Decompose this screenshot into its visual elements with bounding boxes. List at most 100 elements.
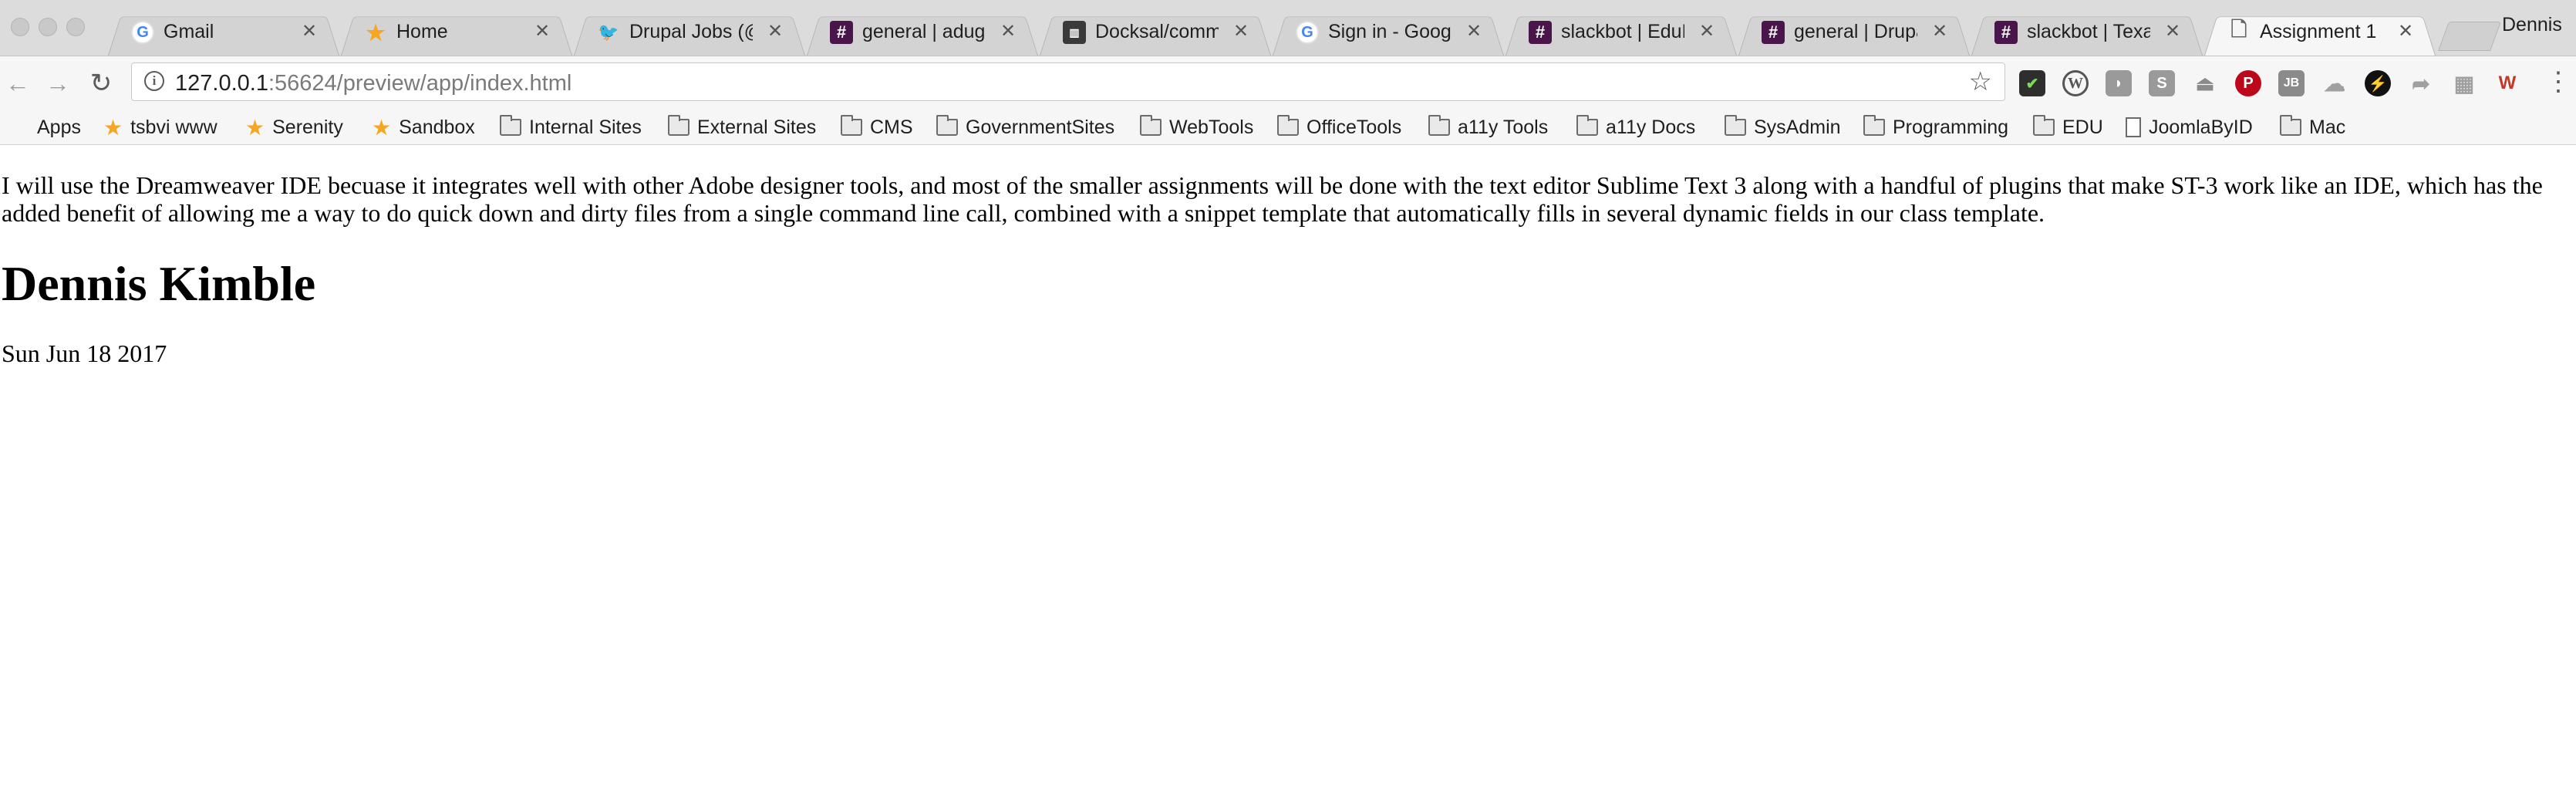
close-icon[interactable]: ✕ [1231,20,1251,43]
bookmark-label: OfficeTools [1307,116,1402,138]
bookmark-serenity[interactable]: ★ Serenity [245,113,343,142]
jb-icon[interactable]: JB [2278,70,2305,96]
forward-arrow-icon[interactable]: → [43,69,72,98]
bookmark-sandbox[interactable]: ★ Sandbox [372,113,475,142]
twitter-icon: 🐦 [598,22,619,42]
page-content: I will use the Dreamweaver IDE becuase i… [0,147,2576,367]
bookmark-sysadmin[interactable]: SysAdmin [1725,113,1841,142]
folder-icon [2033,115,2055,136]
eject-icon[interactable]: ⏏ [2192,70,2218,96]
close-icon[interactable]: ✕ [998,20,1018,43]
folder-icon [500,115,521,136]
tab-assignment-1[interactable]: 🗋 Assignment 1 ✕ [2204,11,2436,56]
tab-title: slackbot | EduDU [1561,21,1684,42]
folder-icon [1863,115,1885,136]
pinterest-icon[interactable]: P [2235,70,2261,96]
bookmark-edu[interactable]: EDU [2033,113,2103,142]
bookmark-label: Internal Sites [529,116,642,138]
bookmark-cms[interactable]: CMS [841,113,913,142]
tab-docksal[interactable]: ▥ Docksal/commun ✕ [1040,11,1271,56]
bookmark-label: External Sites [697,116,817,138]
bookmark-label: Apps [37,116,81,138]
slack-icon: # [1994,21,2018,44]
grid-icon[interactable]: ▦ [2451,70,2477,96]
folder-icon [1428,115,1450,136]
menu-dots-icon[interactable]: ⋮ [2545,69,2571,98]
window-minimize-button[interactable] [39,18,57,36]
tab-title: Docksal/commun [1095,21,1219,42]
tab-general-adug[interactable]: # general | adug Sl ✕ [807,11,1038,56]
wordpress-icon[interactable]: W [2062,70,2089,96]
url-path: :56624/preview/app/index.html [268,71,572,96]
new-tab-button[interactable] [2438,22,2501,51]
bookmark-mac[interactable]: Mac [2280,113,2345,142]
url-host: 127.0.0.1 [175,71,268,96]
share-icon[interactable]: ➦ [2408,70,2434,96]
pocket-icon[interactable]: ◗ [2106,70,2132,96]
back-arrow-icon[interactable]: ← [3,69,32,98]
bookmark-a11y-docs[interactable]: a11y Docs [1576,113,1695,142]
bookmarks-bar: Apps ★ tsbvi www ★ Serenity ★ Sandbox In… [0,110,2576,145]
google-icon: G [131,21,154,44]
tab-slackbot-edudu[interactable]: # slackbot | EduDU ✕ [1505,11,1737,56]
bookmark-star-icon[interactable]: ☆ [1969,66,1992,97]
close-icon[interactable]: ✕ [532,20,552,43]
tab-slackbot-texas[interactable]: # slackbot | Texas ✕ [1971,11,2203,56]
info-icon[interactable]: i [144,71,164,91]
bookmark-internal-sites[interactable]: Internal Sites [500,113,642,142]
compass-icon[interactable]: ⚡ [2365,70,2391,96]
tab-title: Assignment 1 [2260,21,2377,42]
window-close-button[interactable] [11,18,29,36]
bookmark-tsbvi-www[interactable]: ★ tsbvi www [103,113,217,142]
checklist-icon[interactable]: ✔ [2019,70,2045,96]
wappalyzer-icon[interactable]: W [2494,70,2520,96]
tab-title: Drupal Jobs (@d [629,21,753,42]
tab-drupal-jobs[interactable]: 🐦 Drupal Jobs (@d ✕ [574,11,805,56]
profile-name[interactable]: Dennis [2502,14,2562,36]
google-icon: G [1296,21,1319,44]
tab-google-sign-in[interactable]: G Sign in - Google ✕ [1273,11,1504,56]
star-icon: ★ [366,20,386,45]
bookmark-apps[interactable]: Apps [9,113,81,142]
bookmark-label: Serenity [272,116,343,138]
close-icon[interactable]: ✕ [1697,20,1717,43]
tab-home[interactable]: ★ Home ✕ [341,11,572,56]
star-icon: ★ [103,115,123,140]
page-icon [2126,117,2141,137]
close-icon[interactable]: ✕ [1930,20,1950,43]
bookmark-label: Sandbox [399,116,475,138]
bookmark-label: JoomlaByID [2149,116,2253,138]
bookmark-external-sites[interactable]: External Sites [668,113,816,142]
tab-general-drupal[interactable]: # general | Drupal ✕ [1738,11,1970,56]
bookmark-label: CMS [870,116,913,138]
bookmark-label: EDU [2062,116,2103,138]
bookmark-webtools[interactable]: WebTools [1140,113,1253,142]
bookmark-a11y-tools[interactable]: a11y Tools [1428,113,1548,142]
close-icon[interactable]: ✕ [2163,20,2183,43]
star-icon: ★ [372,115,392,140]
close-icon[interactable]: ✕ [299,20,319,43]
docksal-icon: ▥ [1063,21,1086,44]
bookmark-officetools[interactable]: OfficeTools [1277,113,1401,142]
bookmark-programming[interactable]: Programming [1863,113,2008,142]
document-icon: 🗋 [2230,18,2247,41]
close-icon[interactable]: ✕ [1464,20,1484,43]
page-date: Sun Jun 18 2017 [2,339,167,367]
folder-icon [2280,115,2301,136]
address-bar[interactable]: i 127.0.0.1:56624/preview/app/index.html… [131,62,2005,101]
address-url[interactable]: 127.0.0.1:56624/preview/app/index.html [175,71,572,96]
tab-gmail[interactable]: G Gmail ✕ [108,11,339,56]
bookmark-joomlabyid[interactable]: JoomlaByID [2126,113,2253,142]
window-zoom-button[interactable] [66,18,85,36]
bookmark-label: a11y Tools [1458,116,1549,138]
close-icon[interactable]: ✕ [2396,20,2416,43]
close-icon[interactable]: ✕ [765,20,785,43]
bookmark-governmentsites[interactable]: GovernmentSites [936,113,1114,142]
reload-icon[interactable]: ↻ [86,69,116,98]
folder-icon [1725,115,1746,136]
folder-icon [841,115,862,136]
bookmark-label: WebTools [1169,116,1254,138]
refresh-cloud-icon[interactable]: ☁ [2321,70,2348,96]
bookmark-label: Mac [2309,116,2346,138]
scribe-icon[interactable]: S [2149,70,2175,96]
